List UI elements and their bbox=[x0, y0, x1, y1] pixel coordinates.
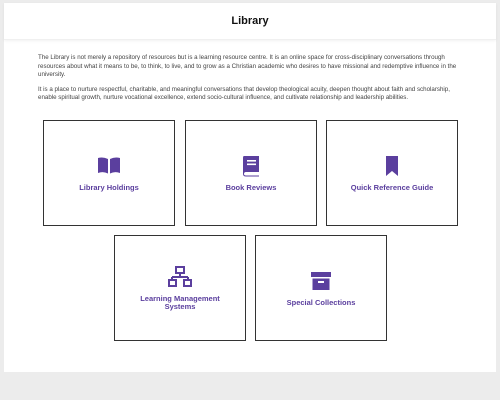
page: Library The Library is not merely a repo… bbox=[4, 3, 496, 372]
intro-paragraph-1: The Library is not merely a repository o… bbox=[38, 54, 457, 79]
card-label: Library Holdings bbox=[79, 183, 139, 193]
card-label: Book Reviews bbox=[225, 183, 277, 193]
book-icon bbox=[237, 153, 265, 179]
card-label: Special Collections bbox=[286, 298, 356, 308]
page-title: Library bbox=[231, 15, 269, 27]
card-grid: Library Holdings Book Reviews Quick Refe… bbox=[4, 109, 496, 349]
card-learning-management-systems[interactable]: Learning Management Systems bbox=[114, 234, 246, 341]
intro-paragraph-2: It is a place to nurture respectful, cha… bbox=[38, 85, 450, 102]
archive-box-icon bbox=[307, 268, 335, 294]
card-label: Quick Reference Guide bbox=[350, 183, 434, 193]
sitemap-icon bbox=[166, 264, 194, 290]
bookmark-icon bbox=[378, 153, 406, 179]
open-book-icon bbox=[95, 153, 123, 179]
card-quick-reference-guide[interactable]: Quick Reference Guide bbox=[326, 119, 458, 226]
card-book-reviews[interactable]: Book Reviews bbox=[185, 119, 317, 226]
intro-section: The Library is not merely a repository o… bbox=[4, 40, 496, 103]
card-label: Learning Management Systems bbox=[140, 293, 220, 312]
page-header: Library bbox=[4, 3, 496, 40]
page-footer bbox=[0, 372, 500, 400]
card-special-collections[interactable]: Special Collections bbox=[255, 234, 387, 341]
card-library-holdings[interactable]: Library Holdings bbox=[43, 119, 175, 226]
